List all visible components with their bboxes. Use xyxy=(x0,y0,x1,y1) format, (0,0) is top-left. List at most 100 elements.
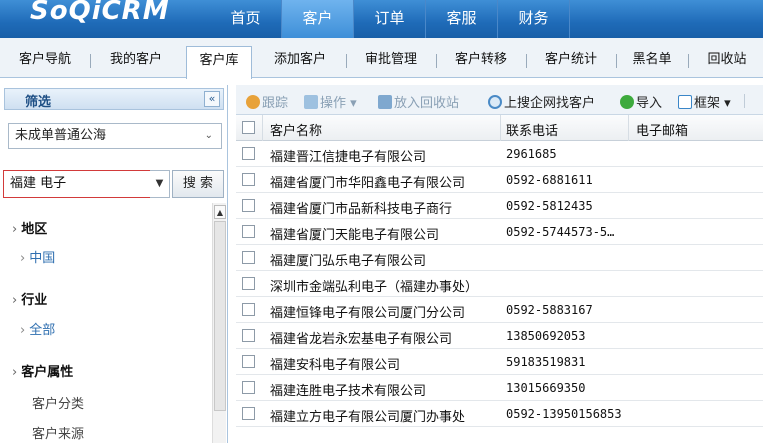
row-checkbox[interactable] xyxy=(242,251,255,264)
search-input[interactable]: 福建 电子 xyxy=(3,170,151,198)
table-row[interactable]: 福建晋江信捷电子有限公司 2961685 xyxy=(236,141,763,167)
row-checkbox[interactable] xyxy=(242,381,255,394)
subnav-divider xyxy=(616,54,617,68)
row-checkbox[interactable] xyxy=(242,303,255,316)
subnav-recycle-bin[interactable]: 回收站 xyxy=(696,46,758,78)
header-email[interactable]: 电子邮箱 xyxy=(636,120,688,139)
topnav-customers[interactable]: 客户 xyxy=(282,0,354,38)
column-divider xyxy=(628,115,629,141)
customer-phone: 13850692053 xyxy=(506,329,586,343)
search-button[interactable]: 搜 索 xyxy=(172,170,224,198)
table-row[interactable]: 福建连胜电子技术有限公司 13015669350 xyxy=(236,375,763,401)
import-button[interactable]: 导入 xyxy=(620,92,662,111)
topnav-service[interactable]: 客服 xyxy=(426,0,498,38)
row-checkbox[interactable] xyxy=(242,173,255,186)
row-checkbox[interactable] xyxy=(242,355,255,368)
row-checkbox[interactable] xyxy=(242,329,255,342)
customer-name[interactable]: 福建厦门弘乐电子有限公司 xyxy=(270,250,426,269)
category-attr-source[interactable]: 客户来源 xyxy=(32,423,84,442)
table-row[interactable]: 福建省厦门天能电子有限公司 0592-5744573-5… xyxy=(236,219,763,245)
column-divider xyxy=(500,115,501,141)
table-row[interactable]: 福建立方电子有限公司厦门办事处 0592-13950156853 xyxy=(236,401,763,427)
row-checkbox[interactable] xyxy=(242,407,255,420)
customer-phone: 0592-13950156853 xyxy=(506,407,622,421)
topnav-orders[interactable]: 订单 xyxy=(354,0,426,38)
subnav-approval[interactable]: 审批管理 xyxy=(354,46,428,78)
subnav-divider xyxy=(436,54,437,68)
user-icon xyxy=(246,95,260,109)
subnav-transfer[interactable]: 客户转移 xyxy=(444,46,518,78)
category-attr-title[interactable]: 客户属性 xyxy=(12,361,73,380)
top-bar: SoQiCRM 首页 客户 订单 客服 财务 xyxy=(0,0,763,38)
topnav-finance[interactable]: 财务 xyxy=(498,0,570,38)
customer-name[interactable]: 福建省厦门天能电子有限公司 xyxy=(270,224,439,243)
customer-phone: 2961685 xyxy=(506,147,557,161)
chevron-down-icon[interactable]: ▼ xyxy=(150,170,170,198)
filter-header: 筛选 « xyxy=(4,88,224,110)
scroll-thumb[interactable] xyxy=(214,221,226,411)
row-checkbox[interactable] xyxy=(242,225,255,238)
row-checkbox[interactable] xyxy=(242,199,255,212)
category-industry-all[interactable]: 全部 xyxy=(20,319,55,338)
filter-scrollbar[interactable]: ▲ xyxy=(212,203,226,443)
subnav-divider xyxy=(526,54,527,68)
subnav-divider xyxy=(346,54,347,68)
subnav-divider xyxy=(688,54,689,68)
chevron-down-icon: ⌄ xyxy=(204,130,213,141)
toolbar-divider xyxy=(744,94,745,108)
customer-name[interactable]: 深圳市金端弘利电子（福建办事处） xyxy=(270,276,478,295)
top-nav: 首页 客户 订单 客服 财务 xyxy=(210,0,570,38)
trash-icon xyxy=(378,95,392,109)
edit-icon xyxy=(304,95,318,109)
header-name[interactable]: 客户名称 xyxy=(270,120,322,139)
filter-title: 筛选 xyxy=(25,95,52,110)
recycle-button[interactable]: 放入回收站 xyxy=(378,92,459,111)
customer-phone: 13015669350 xyxy=(506,381,586,395)
table-row[interactable]: 福建省厦门市华阳鑫电子有限公司 0592-6881611 xyxy=(236,167,763,193)
frame-button[interactable]: 框架 ▾ xyxy=(678,92,731,111)
customer-phone: 0592-6881611 xyxy=(506,173,593,187)
table-row[interactable]: 福建省厦门市品新科技电子商行 0592-5812435 xyxy=(236,193,763,219)
select-all-checkbox[interactable] xyxy=(242,121,255,134)
import-icon xyxy=(620,95,634,109)
table-row[interactable]: 福建厦门弘乐电子有限公司 xyxy=(236,245,763,271)
table-header: 客户名称 联系电话 电子邮箱 xyxy=(236,115,763,141)
table-row[interactable]: 福建安科电子有限公司 59183519831 xyxy=(236,349,763,375)
customer-name[interactable]: 福建省厦门市品新科技电子商行 xyxy=(270,198,452,217)
customer-name[interactable]: 福建立方电子有限公司厦门办事处 xyxy=(270,406,465,425)
subnav-customer-guide[interactable]: 客户导航 xyxy=(8,46,82,78)
scroll-up-icon[interactable]: ▲ xyxy=(214,205,226,219)
customer-name[interactable]: 福建晋江信捷电子有限公司 xyxy=(270,146,426,165)
pool-select[interactable]: 未成单普通公海 ⌄ xyxy=(8,123,222,149)
category-attr-classification[interactable]: 客户分类 xyxy=(32,393,84,412)
customer-name[interactable]: 福建连胜电子技术有限公司 xyxy=(270,380,426,399)
customer-name[interactable]: 福建省厦门市华阳鑫电子有限公司 xyxy=(270,172,465,191)
header-phone[interactable]: 联系电话 xyxy=(506,120,558,139)
magnifier-icon xyxy=(488,95,502,109)
pool-select-value: 未成单普通公海 xyxy=(15,128,107,143)
subnav-divider xyxy=(90,54,91,68)
customer-name[interactable]: 福建安科电子有限公司 xyxy=(270,354,400,373)
customer-name[interactable]: 福建恒锋电子有限公司厦门分公司 xyxy=(270,302,465,321)
customer-phone: 0592-5883167 xyxy=(506,303,593,317)
subnav-blacklist[interactable]: 黑名单 xyxy=(622,46,682,78)
list-toolbar: 跟踪 操作 ▾ 放入回收站 上搜企网找客户 导入 框架 ▾ xyxy=(236,85,763,115)
track-button[interactable]: 跟踪 xyxy=(246,92,288,111)
category-industry-title[interactable]: 行业 xyxy=(12,289,47,308)
subnav-customer-library[interactable]: 客户库 xyxy=(186,46,252,79)
collapse-icon[interactable]: « xyxy=(204,91,220,107)
search-web-button[interactable]: 上搜企网找客户 xyxy=(488,92,595,111)
row-checkbox[interactable] xyxy=(242,147,255,160)
table-row[interactable]: 深圳市金端弘利电子（福建办事处） xyxy=(236,271,763,297)
topnav-home[interactable]: 首页 xyxy=(210,0,282,38)
category-region-china[interactable]: 中国 xyxy=(20,247,55,266)
table-row[interactable]: 福建恒锋电子有限公司厦门分公司 0592-5883167 xyxy=(236,297,763,323)
subnav-add-customer[interactable]: 添加客户 xyxy=(262,46,338,78)
customer-name[interactable]: 福建省龙岩永宏基电子有限公司 xyxy=(270,328,452,347)
row-checkbox[interactable] xyxy=(242,277,255,290)
operate-button[interactable]: 操作 ▾ xyxy=(304,92,357,111)
subnav-statistics[interactable]: 客户统计 xyxy=(534,46,608,78)
subnav-my-customers[interactable]: 我的客户 xyxy=(98,46,174,78)
category-region-title[interactable]: 地区 xyxy=(12,218,47,237)
table-row[interactable]: 福建省龙岩永宏基电子有限公司 13850692053 xyxy=(236,323,763,349)
